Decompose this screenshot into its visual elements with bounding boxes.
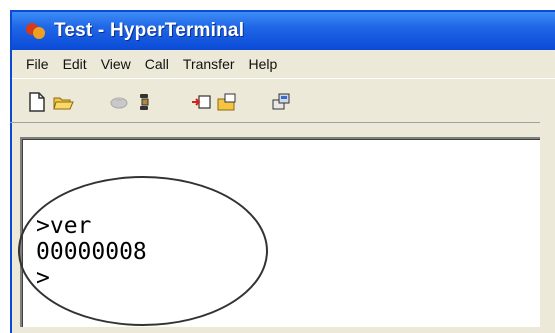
menu-view[interactable]: View — [101, 56, 131, 72]
disconnect-icon[interactable] — [108, 91, 130, 113]
receive-icon[interactable] — [216, 91, 238, 113]
frame-divider — [10, 122, 540, 123]
menu-bar: File Edit View Call Transfer Help — [12, 50, 555, 78]
menu-call[interactable]: Call — [145, 56, 169, 72]
toolbar — [12, 78, 555, 124]
open-icon[interactable] — [52, 91, 74, 113]
highlight-ellipse — [18, 176, 268, 326]
menu-file[interactable]: File — [26, 56, 49, 72]
hyperterminal-app-icon[interactable] — [26, 21, 46, 41]
title-bar[interactable]: Test - HyperTerminal — [12, 12, 555, 50]
send-icon[interactable] — [190, 91, 212, 113]
menu-help[interactable]: Help — [249, 56, 278, 72]
new-icon[interactable] — [26, 91, 48, 113]
menu-transfer[interactable]: Transfer — [183, 56, 235, 72]
window-title: Test - HyperTerminal — [54, 20, 245, 41]
dial-icon[interactable] — [134, 91, 156, 113]
menu-edit[interactable]: Edit — [63, 56, 87, 72]
properties-icon[interactable] — [270, 91, 292, 113]
